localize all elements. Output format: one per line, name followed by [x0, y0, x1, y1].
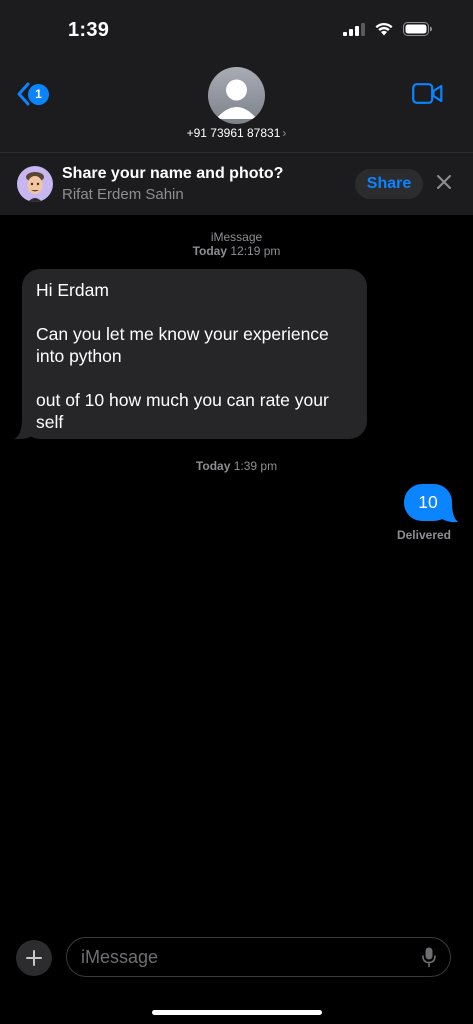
service-name: iMessage — [210, 230, 263, 244]
first-timestamp: Today 12:19 pm — [0, 244, 473, 258]
chevron-right-icon: › — [282, 126, 287, 140]
second-timestamp: Today 1:39 pm — [0, 459, 473, 473]
contact-number: +91 73961 87831 — [186, 126, 281, 140]
incoming-bubble-tail — [14, 419, 34, 440]
memoji-face-icon — [26, 172, 44, 202]
status-time: 1:39 — [68, 19, 110, 41]
message-input[interactable] — [81, 938, 401, 976]
conversation-service-header: iMessage Today 12:19 pm — [0, 230, 473, 258]
plus-icon — [26, 950, 42, 966]
outgoing-bubble-tail — [441, 504, 458, 523]
message-input-container — [66, 937, 451, 977]
battery-icon — [403, 22, 432, 36]
share-name-banner: Share your name and photo? Rifat Erdem S… — [0, 152, 473, 215]
timestamp-time: 1:39 pm — [233, 459, 278, 473]
back-button[interactable]: 1 — [16, 82, 49, 106]
cellular-signal-icon — [343, 22, 365, 36]
dismiss-banner-button[interactable] — [436, 174, 452, 195]
navigation-header: 1:39 1 +91 73961 87831 › — [0, 0, 473, 152]
timestamp-time: 12:19 pm — [230, 244, 281, 258]
incoming-message-bubble[interactable]: Hi Erdam Can you let me know your experi… — [22, 269, 367, 439]
contact-name-button[interactable]: +91 73961 87831 › — [0, 126, 473, 140]
delivery-status: Delivered — [396, 528, 451, 542]
timestamp-day: Today — [192, 244, 228, 258]
home-indicator[interactable] — [152, 1010, 322, 1015]
video-camera-icon — [412, 83, 443, 104]
apps-plus-button[interactable] — [16, 940, 52, 976]
share-button[interactable]: Share — [355, 169, 423, 199]
message-line: Hi Erdam — [36, 280, 109, 300]
microphone-icon[interactable] — [422, 947, 436, 968]
person-silhouette-icon — [216, 79, 257, 119]
status-bar: 1:39 — [0, 0, 473, 60]
share-banner-name: Rifat Erdem Sahin — [62, 186, 184, 203]
timestamp-day: Today — [195, 459, 231, 473]
unread-count-badge: 1 — [28, 83, 49, 105]
message-line: out of 10 how much you can rate your sel… — [36, 390, 329, 432]
share-banner-title: Share your name and photo? — [62, 165, 284, 182]
message-line: Can you let me know your experience into… — [36, 324, 329, 366]
status-icons — [343, 22, 433, 36]
memoji-avatar — [17, 166, 53, 202]
facetime-video-button[interactable] — [412, 83, 443, 109]
close-icon — [437, 175, 451, 189]
wifi-icon — [375, 22, 393, 36]
contact-avatar[interactable] — [208, 67, 265, 124]
